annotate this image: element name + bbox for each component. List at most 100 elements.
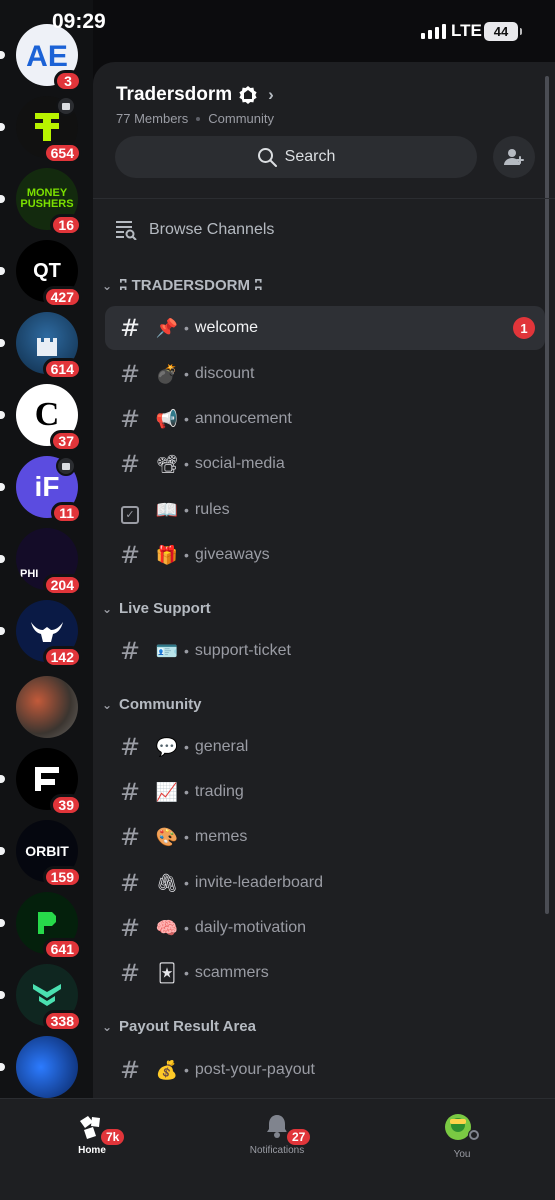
server-icon-p[interactable]: 641 xyxy=(0,892,82,960)
channel-support-ticket[interactable]: # 🪪 • support-ticket xyxy=(105,629,545,673)
separator-dot: • xyxy=(184,965,189,981)
server-avatar xyxy=(16,676,78,738)
scrollbar[interactable] xyxy=(545,76,549,914)
user-avatar-icon xyxy=(445,1114,480,1141)
category-label: Live Support xyxy=(119,600,211,617)
signal-icon xyxy=(421,24,446,39)
server-label: ORBIT xyxy=(25,843,69,859)
category-community[interactable]: ⌄ Community xyxy=(102,696,202,713)
channel-name: welcome xyxy=(194,319,259,336)
unread-pill xyxy=(0,991,5,999)
mention-badge: 654 xyxy=(42,142,82,164)
channel-name: daily-motivation xyxy=(194,919,307,936)
channel-discount[interactable]: # 💣 • discount xyxy=(105,352,545,396)
channel-name: giveaways xyxy=(194,546,270,563)
channel-post-your-payout[interactable]: # 💰 • post-your-payout xyxy=(105,1048,545,1092)
chevron-logo-icon xyxy=(33,984,61,1006)
separator-dot xyxy=(196,116,201,121)
channel-social-media[interactable]: # 📽 • social-media xyxy=(105,442,545,486)
text-channel-icon: # xyxy=(119,869,141,897)
mention-badge: 142 xyxy=(42,646,82,668)
channel-welcome[interactable]: # 📌 • welcome 1 xyxy=(105,306,545,350)
category-payout-result-area[interactable]: ⌄ Payout Result Area xyxy=(102,1018,256,1035)
chevron-down-icon: ⌄ xyxy=(102,278,113,293)
home-badge: 7k xyxy=(99,1127,127,1147)
bottom-tab-bar: 7k Home 27 Notifications You xyxy=(0,1098,555,1200)
channel-name: scammers xyxy=(194,964,269,981)
channel-scammers[interactable]: # 🃏 • scammers xyxy=(105,951,545,995)
id-card-icon: 🪪 xyxy=(155,640,179,662)
server-icon-koi[interactable] xyxy=(16,676,78,738)
text-channel-icon: # xyxy=(119,360,141,388)
channel-rules[interactable]: ✓ 📖 • rules xyxy=(105,488,545,532)
unread-pill xyxy=(0,627,5,635)
channel-annoucement[interactable]: # 📢 • annoucement xyxy=(105,397,545,441)
chart-up-icon: 📈 xyxy=(155,781,179,803)
header-divider xyxy=(93,198,555,199)
search-button[interactable]: Search xyxy=(115,136,477,178)
server-icon-c[interactable]: C 37 xyxy=(0,384,82,452)
channel-name: invite-leaderboard xyxy=(194,874,323,891)
server-label: MONEY PUSHERS xyxy=(20,187,74,210)
channel-daily-motivation[interactable]: # 🧠 • daily-motivation xyxy=(105,906,545,950)
unread-pill xyxy=(0,411,5,419)
server-icon-2[interactable]: 654 xyxy=(0,96,82,164)
separator-dot: • xyxy=(184,547,189,563)
channel-invite-leaderboard[interactable]: # 🖇 • invite-leaderboard xyxy=(105,861,545,905)
text-channel-icon: # xyxy=(119,637,141,665)
server-icon-f[interactable]: 39 xyxy=(0,748,82,816)
category-tradersdorm[interactable]: ⌄ ʭ TRADERSDORM ʭ xyxy=(102,277,263,294)
server-icon-chevrons[interactable]: 338 xyxy=(0,964,82,1032)
channel-general[interactable]: # 💬 • general xyxy=(105,725,545,769)
channel-name: support-ticket xyxy=(194,642,291,659)
separator-dot: • xyxy=(184,502,189,518)
channel-name: post-your-payout xyxy=(194,1061,315,1078)
channel-name: discount xyxy=(194,365,255,382)
server-icon-castle[interactable]: 614 xyxy=(0,312,82,380)
tab-you[interactable]: You xyxy=(407,1113,517,1160)
server-icon-bull[interactable]: 142 xyxy=(0,600,82,668)
unread-badge: 1 xyxy=(513,317,535,339)
server-icon-qt[interactable]: QT 427 xyxy=(0,240,82,308)
channel-giveaways[interactable]: # 🎁 • giveaways xyxy=(105,533,545,577)
tab-home[interactable]: 7k Home xyxy=(37,1113,147,1156)
channel-panel[interactable]: Tradersdorm › 77 Members Community Searc… xyxy=(93,62,555,1098)
text-channel-icon: # xyxy=(119,314,141,342)
server-label: QT xyxy=(33,259,61,282)
text-channel-icon: # xyxy=(119,1056,141,1084)
category-live-support[interactable]: ⌄ Live Support xyxy=(102,600,211,617)
brain-icon: 🧠 xyxy=(155,917,179,939)
category-label: Community xyxy=(119,696,202,713)
unread-pill xyxy=(0,483,5,491)
guild-header[interactable]: Tradersdorm › xyxy=(116,84,274,106)
status-time: 09:29 xyxy=(52,10,106,33)
separator-dot: • xyxy=(184,829,189,845)
channel-memes[interactable]: # 🎨 • memes xyxy=(105,815,545,859)
text-channel-icon: # xyxy=(119,733,141,761)
tab-notifications[interactable]: 27 Notifications xyxy=(222,1113,332,1156)
unread-pill xyxy=(0,339,5,347)
server-icon-orbit[interactable]: ORBIT 159 xyxy=(0,820,82,888)
speech-bubble-icon: 💬 xyxy=(155,736,179,758)
event-icon xyxy=(56,456,76,476)
search-icon xyxy=(257,148,277,167)
server-icon-if[interactable]: iF 11 xyxy=(0,456,82,524)
server-icon-phi[interactable]: PHI 204 xyxy=(0,528,82,596)
server-rail[interactable]: AE 3 654 MONEY PUSHERS 16 QT 427 614 C 3… xyxy=(0,0,93,1098)
server-icon-money-pushers[interactable]: MONEY PUSHERS 16 xyxy=(0,168,82,236)
tab-label: You xyxy=(453,1149,471,1160)
unread-pill xyxy=(0,123,5,131)
mention-badge: 614 xyxy=(42,358,82,380)
network-label: LTE xyxy=(451,21,482,40)
unread-pill xyxy=(0,195,5,203)
separator-dot: • xyxy=(184,739,189,755)
browse-channels-button[interactable]: Browse Channels xyxy=(115,220,274,240)
invite-members-button[interactable] xyxy=(493,136,535,178)
mention-badge: 641 xyxy=(42,938,82,960)
server-icon-blue[interactable] xyxy=(0,1036,78,1098)
chevron-right-icon: › xyxy=(268,85,274,104)
channel-trading[interactable]: # 📈 • trading xyxy=(105,770,545,814)
mention-badge: 39 xyxy=(50,794,82,816)
bomb-icon: 💣 xyxy=(155,363,179,385)
loudspeaker-icon: 📢 xyxy=(155,408,179,430)
